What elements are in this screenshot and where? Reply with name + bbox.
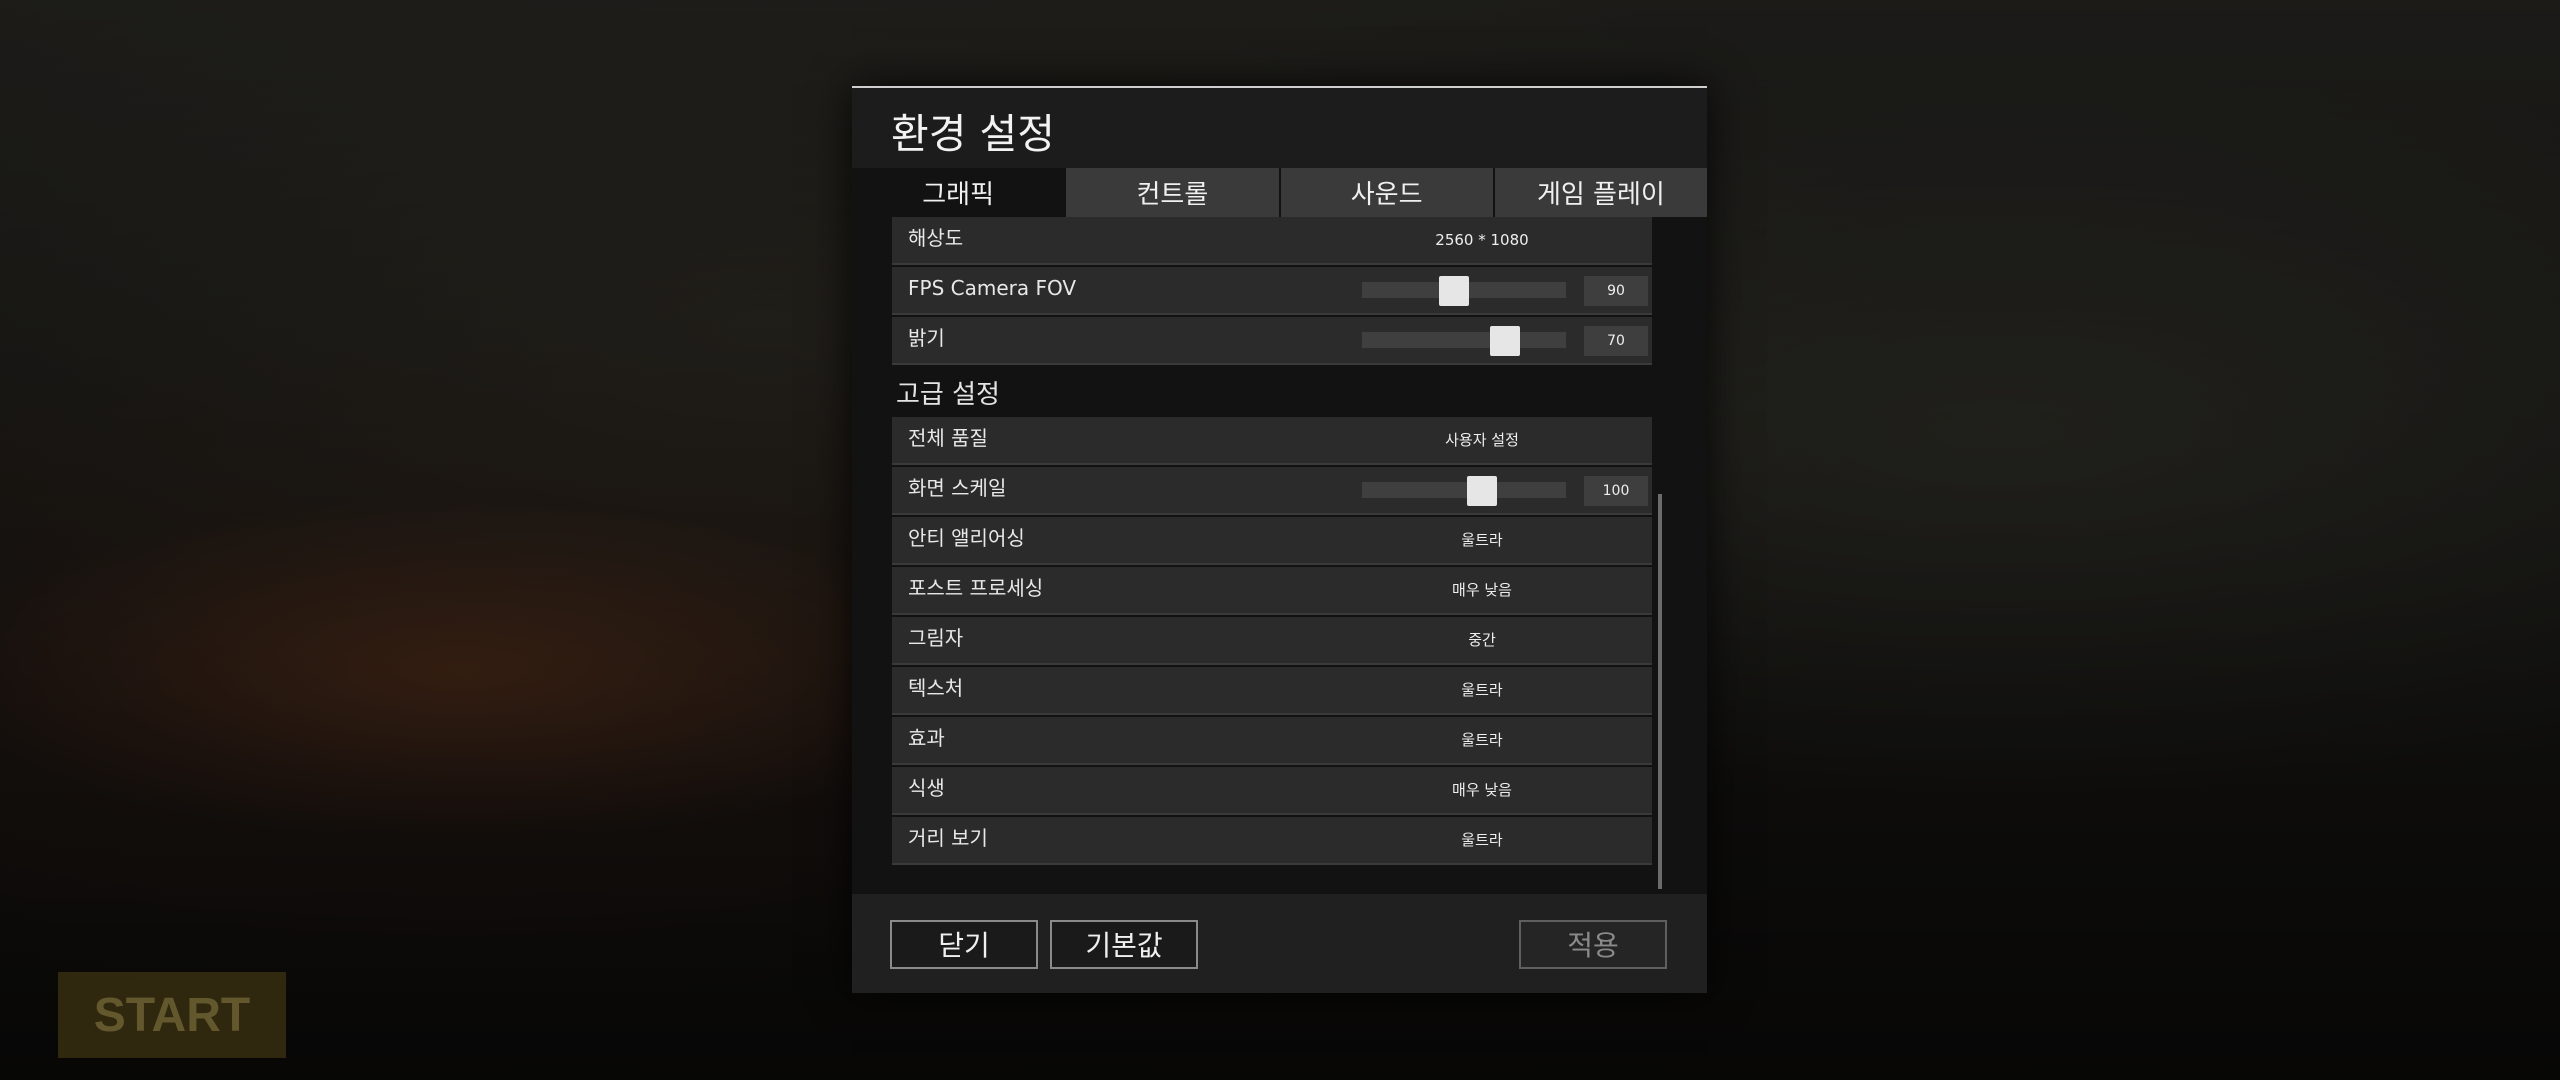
tab-gameplay[interactable]: 게임 플레이 [1494,168,1707,217]
tab-sound[interactable]: 사운드 [1280,168,1493,217]
setting-label: 밝기 [908,326,945,350]
setting-row-overall-quality[interactable]: 전체 품질 사용자 설정 [892,417,1652,465]
slider-thumb[interactable] [1438,276,1469,306]
setting-row-post-processing[interactable]: 포스트 프로세싱 매우 낮음 [892,567,1652,615]
tab-controls[interactable]: 컨트롤 [1066,168,1279,217]
setting-value[interactable]: 사용자 설정 [1362,417,1602,463]
setting-label: 식생 [908,776,945,800]
setting-value[interactable]: 울트라 [1362,817,1602,863]
apply-button[interactable]: 적용 [1519,920,1667,969]
setting-label: 해상도 [908,226,964,250]
settings-dialog: 환경 설정 그래픽 컨트롤 사운드 게임 플레이 해상도 2560 * 1080… [852,86,1707,993]
setting-value[interactable]: 울트라 [1362,667,1602,713]
setting-row-anti-aliasing[interactable]: 안티 앨리어싱 울트라 [892,517,1652,565]
advanced-settings-heading: 고급 설정 [896,380,1000,410]
dialog-title: 환경 설정 [891,110,1055,158]
setting-label: 포스트 프로세싱 [908,576,1044,600]
dialog-footer: 닫기 기본값 적용 [852,894,1707,993]
setting-value[interactable]: 울트라 [1362,717,1602,763]
setting-row-effects[interactable]: 효과 울트라 [892,717,1652,765]
setting-value[interactable]: 매우 낮음 [1362,567,1602,613]
setting-label: 그림자 [908,626,964,650]
header-line [852,86,1707,88]
setting-label: 거리 보기 [908,826,988,850]
fov-slider[interactable] [1362,276,1566,306]
setting-value[interactable]: 2560 * 1080 [1362,217,1602,263]
setting-label: 화면 스케일 [908,476,1007,500]
screen-scale-value-box[interactable]: 100 [1584,476,1648,506]
brightness-slider[interactable] [1362,326,1566,356]
setting-row-view-distance[interactable]: 거리 보기 울트라 [892,817,1652,865]
setting-row-resolution[interactable]: 해상도 2560 * 1080 [892,217,1652,265]
setting-label: 안티 앨리어싱 [908,526,1025,550]
defaults-button[interactable]: 기본값 [1050,920,1198,969]
setting-label: 텍스처 [908,676,964,700]
screen-scale-slider[interactable] [1362,476,1566,506]
brightness-value-box[interactable]: 70 [1584,326,1648,356]
setting-row-brightness: 밝기 70 [892,317,1652,365]
scrollbar-thumb[interactable] [1658,494,1662,889]
setting-label: 전체 품질 [908,426,988,450]
setting-label: FPS Camera FOV [908,276,1077,300]
fov-value-box[interactable]: 90 [1584,276,1648,306]
setting-row-foliage[interactable]: 식생 매우 낮음 [892,767,1652,815]
tab-graphics[interactable]: 그래픽 [852,168,1065,217]
start-button-background: START [58,972,286,1058]
settings-tabs: 그래픽 컨트롤 사운드 게임 플레이 [852,168,1707,217]
setting-value[interactable]: 중간 [1362,617,1602,663]
close-button[interactable]: 닫기 [890,920,1038,969]
slider-thumb[interactable] [1489,326,1520,356]
setting-row-fov: FPS Camera FOV 90 [892,267,1652,315]
setting-row-screen-scale: 화면 스케일 100 [892,467,1652,515]
setting-row-shadows[interactable]: 그림자 중간 [892,617,1652,665]
setting-label: 효과 [908,726,945,750]
setting-value[interactable]: 매우 낮음 [1362,767,1602,813]
setting-row-textures[interactable]: 텍스처 울트라 [892,667,1652,715]
slider-thumb[interactable] [1467,476,1498,506]
settings-list: 해상도 2560 * 1080 FPS Camera FOV 90 밝기 70 … [892,217,1682,947]
setting-value[interactable]: 울트라 [1362,517,1602,563]
